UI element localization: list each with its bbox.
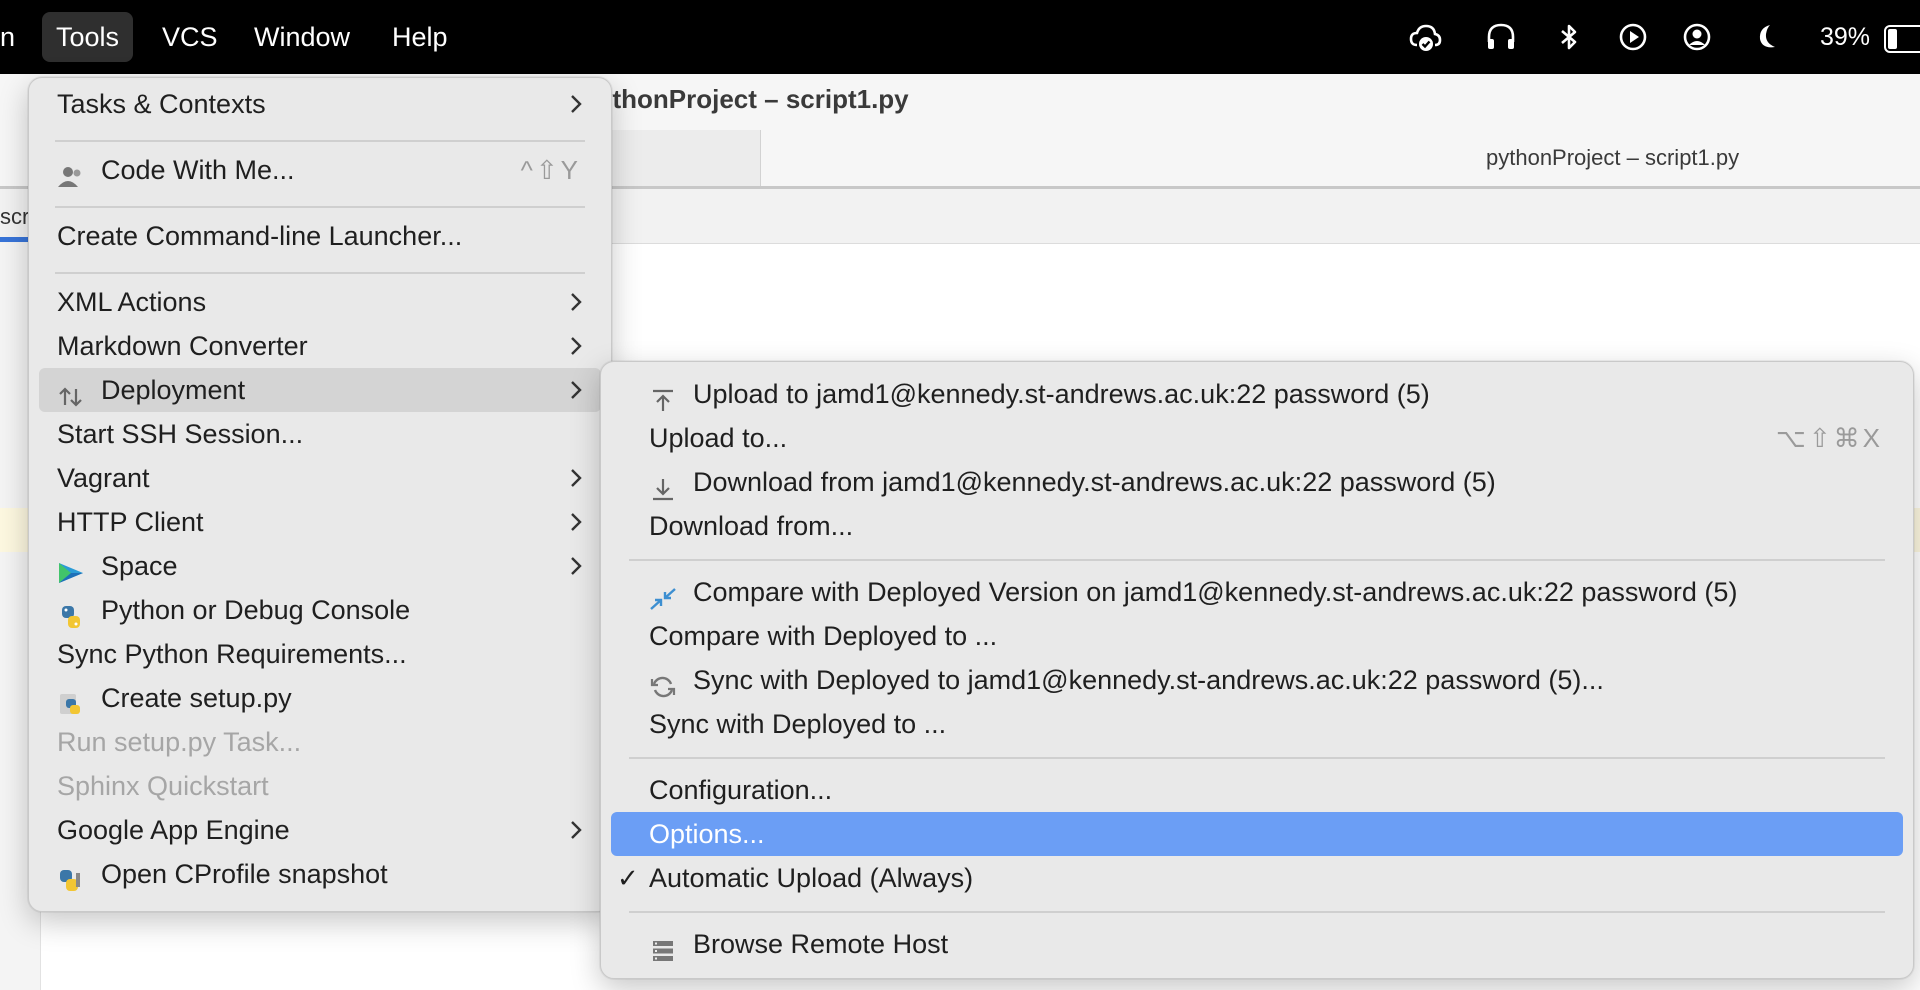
shortcut-code-with-me: ^⇧Y bbox=[520, 155, 581, 185]
menu-item-upload-to[interactable]: Upload to... ⌥⇧⌘X bbox=[611, 416, 1903, 460]
menu-item-vagrant[interactable]: Vagrant bbox=[39, 456, 601, 500]
space-icon bbox=[57, 554, 85, 583]
menu-item-start-ssh-session[interactable]: Start SSH Session... bbox=[39, 412, 601, 456]
user-icon bbox=[57, 158, 85, 187]
menu-item-configuration[interactable]: Configuration... bbox=[611, 768, 1903, 812]
menu-item-download-from[interactable]: Download from... bbox=[611, 504, 1903, 548]
menu-separator bbox=[629, 757, 1885, 759]
menu-separator bbox=[629, 911, 1885, 913]
menu-separator bbox=[55, 206, 585, 208]
chevron-right-icon bbox=[569, 368, 583, 414]
menu-item-automatic-upload[interactable]: ✓ Automatic Upload (Always) bbox=[611, 856, 1903, 900]
menu-bar-item-vcs[interactable]: VCS bbox=[148, 12, 232, 62]
menu-item-create-setup-py[interactable]: Create setup.py bbox=[39, 676, 601, 720]
menu-item-sync-deployed-default[interactable]: Sync with Deployed to jamd1@kennedy.st-a… bbox=[611, 658, 1903, 702]
menu-separator bbox=[629, 559, 1885, 561]
ide-project-title: ythonProject – script1.py bbox=[598, 84, 909, 114]
deployment-icon bbox=[57, 378, 85, 407]
setup-py-icon bbox=[57, 686, 85, 714]
menu-item-browse-remote-host[interactable]: Browse Remote Host bbox=[611, 922, 1903, 966]
menu-separator bbox=[55, 272, 585, 274]
menu-item-sync-deployed-to[interactable]: Sync with Deployed to ... bbox=[611, 702, 1903, 746]
menu-bar-item-partial[interactable]: n bbox=[0, 12, 29, 62]
chevron-right-icon bbox=[569, 544, 583, 590]
menu-bar-item-tools[interactable]: Tools bbox=[42, 12, 134, 62]
bluetooth-icon[interactable] bbox=[1552, 20, 1586, 54]
menu-bar-item-help[interactable]: Help bbox=[378, 12, 462, 62]
ide-window-title: pythonProject – script1.py bbox=[1486, 145, 1740, 170]
battery-icon[interactable] bbox=[1884, 25, 1920, 53]
menu-item-sync-python-requirements[interactable]: Sync Python Requirements... bbox=[39, 632, 601, 676]
menu-item-tasks-contexts[interactable]: Tasks & Contexts bbox=[39, 82, 601, 126]
play-circle-icon[interactable] bbox=[1616, 20, 1650, 54]
chevron-right-icon bbox=[569, 500, 583, 546]
menu-item-google-app-engine[interactable]: Google App Engine bbox=[39, 808, 601, 852]
cloud-check-icon[interactable] bbox=[1408, 20, 1442, 54]
chevron-right-icon bbox=[569, 280, 583, 326]
shortcut-upload-to: ⌥⇧⌘X bbox=[1775, 423, 1883, 453]
menu-item-compare-deployed-to[interactable]: Compare with Deployed to ... bbox=[611, 614, 1903, 658]
menu-item-markdown-converter[interactable]: Markdown Converter bbox=[39, 324, 601, 368]
menu-item-run-setup-py-task: Run setup.py Task... bbox=[57, 727, 302, 757]
active-tab-indicator bbox=[0, 237, 28, 242]
deployment-submenu: Upload to jamd1@kennedy.st-andrews.ac.uk… bbox=[600, 361, 1914, 979]
sync-icon bbox=[649, 668, 677, 698]
chevron-right-icon bbox=[569, 808, 583, 854]
editor-tab-script[interactable]: scr bbox=[0, 204, 29, 230]
cprofile-icon bbox=[57, 862, 85, 891]
upload-icon bbox=[649, 382, 677, 411]
checkmark-icon: ✓ bbox=[617, 863, 639, 893]
ide-tab-strip bbox=[598, 130, 761, 186]
menu-item-deployment[interactable]: Deployment bbox=[39, 368, 601, 412]
menu-item-download-from-default[interactable]: Download from jamd1@kennedy.st-andrews.a… bbox=[611, 460, 1903, 504]
chevron-right-icon bbox=[569, 324, 583, 370]
moon-icon[interactable] bbox=[1750, 20, 1784, 54]
headphones-icon[interactable] bbox=[1484, 20, 1518, 54]
menu-item-http-client[interactable]: HTTP Client bbox=[39, 500, 601, 544]
chevron-right-icon bbox=[569, 456, 583, 502]
compare-icon bbox=[649, 580, 677, 610]
menu-item-command-line-launcher[interactable]: Create Command-line Launcher... bbox=[39, 214, 601, 258]
download-icon bbox=[649, 470, 677, 501]
menu-item-python-debug-console[interactable]: Python or Debug Console bbox=[39, 588, 601, 632]
menu-item-upload-to-default[interactable]: Upload to jamd1@kennedy.st-andrews.ac.uk… bbox=[611, 372, 1903, 416]
tools-menu: Tasks & Contexts Code With Me... ^⇧Y Cre… bbox=[28, 77, 612, 912]
menu-item-options[interactable]: Options... bbox=[611, 812, 1903, 856]
menu-bar-item-window[interactable]: Window bbox=[240, 12, 364, 62]
current-line-highlight bbox=[0, 508, 28, 552]
menu-item-space[interactable]: Space bbox=[39, 544, 601, 588]
python-icon bbox=[57, 598, 85, 628]
chevron-right-icon bbox=[569, 82, 583, 128]
menu-item-xml-actions[interactable]: XML Actions bbox=[39, 280, 601, 324]
user-circle-icon[interactable] bbox=[1680, 20, 1714, 54]
menu-separator bbox=[55, 140, 585, 142]
menu-item-sphinx-quickstart: Sphinx Quickstart bbox=[57, 771, 269, 801]
menu-item-compare-deployed-default[interactable]: Compare with Deployed Version on jamd1@k… bbox=[611, 570, 1903, 614]
macos-menu-bar: n Tools VCS Window Help 39% bbox=[0, 0, 1920, 74]
menu-item-code-with-me[interactable]: Code With Me... ^⇧Y bbox=[39, 148, 601, 192]
menu-item-open-cprofile-snapshot[interactable]: Open CProfile snapshot bbox=[39, 852, 601, 896]
battery-percentage: 39% bbox=[1820, 23, 1871, 51]
server-icon bbox=[649, 932, 677, 961]
